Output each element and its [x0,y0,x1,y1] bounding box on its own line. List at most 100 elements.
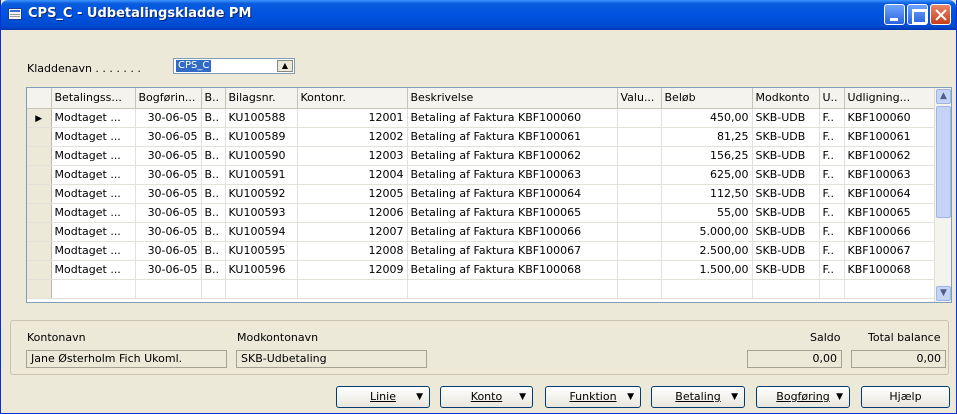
table-cell[interactable]: KBF100062 [844,146,936,166]
column-header[interactable]: Modkonto [752,88,820,109]
table-cell[interactable]: 625,00 [661,165,753,185]
table-cell[interactable] [617,146,662,166]
row-selector[interactable] [27,279,52,299]
table-cell[interactable]: 2.500,00 [661,241,753,261]
line-menu-button[interactable]: Linie ▼ [336,386,430,408]
table-cell[interactable]: KU100594 [225,222,298,242]
table-cell[interactable]: SKB-UDB [752,184,820,204]
table-cell[interactable]: Modtaget ... [51,165,136,185]
table-cell[interactable]: Betaling af Faktura KBF100060 [407,108,618,128]
table-cell[interactable]: SKB-UDB [752,146,820,166]
payment-menu-button[interactable]: Betaling ▼ [651,386,745,408]
table-row[interactable]: Modtaget ... 30-06-05 B.. KU100589 12002… [27,127,936,147]
column-header[interactable]: Beskrivelse [407,88,618,109]
table-cell[interactable]: Betaling af Faktura KBF100061 [407,127,618,147]
column-header[interactable]: Valu... [617,88,662,109]
column-header[interactable]: Bogførin... [135,88,202,109]
table-cell[interactable]: 12001 [297,108,408,128]
table-cell[interactable]: SKB-UDB [752,165,820,185]
table-cell[interactable]: Modtaget ... [51,184,136,204]
table-cell[interactable]: 156,25 [661,146,753,166]
table-cell[interactable] [617,165,662,185]
table-cell[interactable]: B.. [201,222,226,242]
table-cell[interactable] [617,222,662,242]
table-row[interactable]: ▶ Modtaget ... 30-06-05 B.. KU100588 120… [27,108,936,128]
row-selector[interactable] [27,184,52,204]
column-header[interactable]: U.. [819,88,845,109]
table-cell[interactable]: 12008 [297,241,408,261]
table-cell[interactable]: KBF100061 [844,127,936,147]
table-cell[interactable]: Betaling af Faktura KBF100062 [407,146,618,166]
table-cell[interactable]: Modtaget ... [51,241,136,261]
row-selector[interactable] [27,127,52,147]
table-cell[interactable]: B.. [201,165,226,185]
minimize-button[interactable] [884,4,905,25]
column-header[interactable]: Bilagsnr. [225,88,298,109]
table-cell[interactable]: Betaling af Faktura KBF100063 [407,165,618,185]
lookup-arrow-icon[interactable]: ▲ [277,60,293,72]
table-cell[interactable]: KBF100063 [844,165,936,185]
table-cell[interactable] [819,279,845,299]
table-cell[interactable] [617,241,662,261]
table-cell[interactable]: 81,25 [661,127,753,147]
table-cell[interactable]: F.. [819,146,845,166]
table-cell[interactable]: 1.500,00 [661,260,753,280]
table-cell[interactable]: KU100591 [225,165,298,185]
table-cell[interactable]: B.. [201,241,226,261]
table-cell[interactable]: Modtaget ... [51,203,136,223]
table-cell[interactable]: 30-06-05 [135,127,202,147]
table-row[interactable]: Modtaget ... 30-06-05 B.. KU100595 12008… [27,241,936,261]
table-cell[interactable] [297,279,408,299]
table-cell[interactable]: 30-06-05 [135,146,202,166]
table-cell[interactable]: 30-06-05 [135,203,202,223]
table-cell[interactable]: Betaling af Faktura KBF100067 [407,241,618,261]
table-cell[interactable]: Modtaget ... [51,108,136,128]
table-cell[interactable]: B.. [201,260,226,280]
table-cell[interactable] [135,279,202,299]
table-cell[interactable]: SKB-UDB [752,260,820,280]
account-menu-button[interactable]: Konto ▼ [440,386,533,408]
table-cell[interactable]: 450,00 [661,108,753,128]
table-cell[interactable]: B.. [201,108,226,128]
table-cell[interactable]: Modtaget ... [51,127,136,147]
table-cell[interactable] [661,279,753,299]
table-cell[interactable]: F.. [819,222,845,242]
table-cell[interactable]: B.. [201,184,226,204]
row-selector[interactable] [27,260,52,280]
table-row[interactable]: Modtaget ... 30-06-05 B.. KU100593 12006… [27,203,936,223]
table-cell[interactable]: KU100596 [225,260,298,280]
column-header[interactable]: Betalingss... [51,88,136,109]
table-cell[interactable] [844,279,936,299]
table-row[interactable]: Modtaget ... 30-06-05 B.. KU100594 12007… [27,222,936,242]
posting-menu-button[interactable]: Bogføring ▼ [756,386,850,408]
table-cell[interactable]: 12004 [297,165,408,185]
table-cell[interactable]: KU100590 [225,146,298,166]
table-cell[interactable] [225,279,298,299]
row-selector[interactable] [27,165,52,185]
table-cell[interactable]: 12005 [297,184,408,204]
table-cell[interactable] [617,203,662,223]
table-cell[interactable] [201,279,226,299]
table-cell[interactable]: Modtaget ... [51,146,136,166]
table-cell[interactable]: 5.000,00 [661,222,753,242]
scroll-up-icon[interactable]: ▲ [936,89,951,104]
maximize-button[interactable] [907,4,928,25]
close-button[interactable] [930,4,951,25]
table-cell[interactable]: KU100593 [225,203,298,223]
journal-lines-grid[interactable]: Betalingss... Bogførin... B.. Bilagsnr. … [26,87,952,303]
table-cell[interactable]: SKB-UDB [752,127,820,147]
table-cell[interactable]: 12006 [297,203,408,223]
column-header[interactable]: Udligning... [844,88,936,109]
table-row[interactable]: Modtaget ... 30-06-05 B.. KU100590 12003… [27,146,936,166]
table-cell[interactable]: Modtaget ... [51,222,136,242]
table-cell[interactable]: SKB-UDB [752,203,820,223]
table-cell[interactable]: 55,00 [661,203,753,223]
table-cell[interactable]: Betaling af Faktura KBF100065 [407,203,618,223]
table-cell[interactable] [407,279,618,299]
table-cell[interactable]: KBF100066 [844,222,936,242]
table-cell[interactable]: KU100588 [225,108,298,128]
table-cell[interactable]: KU100589 [225,127,298,147]
function-menu-button[interactable]: Funktion ▼ [545,386,641,408]
table-cell[interactable]: F.. [819,184,845,204]
table-cell[interactable]: 12003 [297,146,408,166]
